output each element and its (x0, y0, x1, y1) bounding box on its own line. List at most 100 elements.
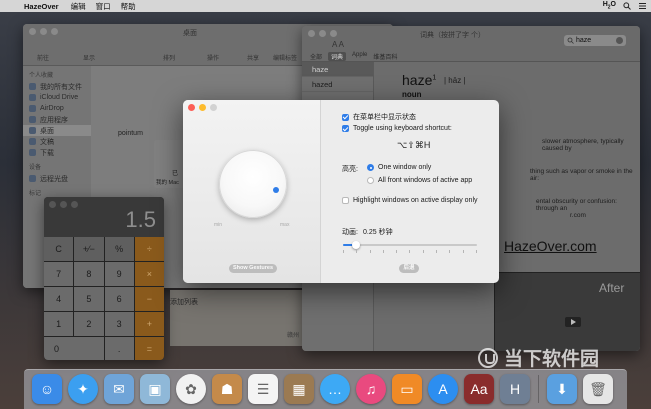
definition-line: thing such as vapor or smoke in the air: (530, 168, 633, 182)
calculator-key[interactable]: = (134, 337, 164, 360)
contacts-icon[interactable]: ☗ (212, 374, 242, 404)
add-list-link[interactable]: 添加列表 (170, 297, 198, 307)
calculator-key[interactable]: ÷ (134, 237, 164, 261)
calculator-key[interactable]: 0 (44, 337, 104, 360)
shortcut-recorder[interactable]: ⌥⇧⌘H (397, 140, 430, 151)
sidebar-item-airdrop[interactable]: AirDrop (23, 103, 91, 114)
tab-dictionary[interactable]: 词典 (328, 52, 347, 61)
mail-icon[interactable]: ✉ (104, 374, 134, 404)
close-button[interactable] (188, 104, 195, 111)
preview-icon[interactable]: ▣ (140, 374, 170, 404)
calculator-key[interactable]: 6 (104, 287, 134, 311)
apple-menu-icon[interactable] (8, 2, 16, 11)
hazeover-icon[interactable]: H (500, 374, 530, 404)
safari-icon[interactable]: ✦ (68, 374, 98, 404)
ibooks-icon[interactable]: ▭ (392, 374, 422, 404)
trash-icon[interactable]: 🗑 (583, 374, 613, 404)
calculator-key[interactable]: + (134, 312, 164, 336)
pronunciation: | hāz | (444, 76, 466, 85)
font-size-controls[interactable]: A A (332, 40, 344, 49)
sidebar-item-all-files[interactable]: 我的所有文件 (23, 81, 91, 92)
active-display-option[interactable]: Highlight windows on active display only (342, 197, 478, 204)
file-pointum[interactable]: pointum (118, 130, 143, 137)
back-button[interactable]: 后退 (399, 264, 419, 273)
tab-all[interactable]: 全部 (310, 52, 322, 61)
dictionary-titlebar: 词典（按拼了字 个） A A haze 全部 词典 Apple 维基百科 (302, 26, 640, 62)
prefs-window-controls[interactable] (188, 104, 217, 111)
radio-all-windows[interactable]: All front windows of active app (367, 177, 472, 184)
show-gestures-button[interactable]: Show Gestures (229, 264, 277, 273)
tab-wikipedia[interactable]: 维基百科 (373, 52, 397, 61)
clear-search-icon[interactable] (616, 37, 623, 44)
photos-icon[interactable]: ✿ (176, 374, 206, 404)
sidebar-item-desktop[interactable]: 桌面 (23, 125, 91, 136)
calculator-key[interactable]: 8 (74, 262, 104, 286)
play-icon[interactable] (565, 317, 581, 327)
word-list-item[interactable]: haze (302, 62, 373, 77)
dictionary-search-input[interactable]: haze (564, 35, 626, 46)
dictionary-window-controls[interactable] (308, 30, 337, 37)
watermark-logo-icon (478, 347, 498, 368)
zoom-button[interactable] (210, 104, 217, 111)
calculator-key[interactable]: 3 (104, 312, 134, 336)
calculator-key[interactable]: . (104, 337, 134, 360)
hazeover-preferences-window[interactable]: min max Show Gestures 在菜单栏中显示状态 Toggle u… (183, 100, 499, 283)
calculator-key[interactable]: 4 (44, 287, 74, 311)
animation-slider-ticks (343, 250, 477, 253)
video-label: After (599, 281, 625, 295)
menu-bar-icon-checkbox[interactable] (342, 113, 349, 121)
app-menu[interactable]: HazeOver (24, 2, 59, 11)
messages-icon[interactable]: … (320, 374, 350, 404)
tab-apple[interactable]: Apple (352, 52, 367, 61)
active-display-checkbox[interactable] (342, 197, 349, 204)
appstore-icon[interactable]: A (428, 374, 458, 404)
itunes-icon[interactable]: ♫ (356, 374, 386, 404)
animation-slider[interactable] (343, 241, 477, 249)
animation-slider-thumb[interactable] (352, 241, 361, 249)
calculator-key[interactable]: 1 (44, 312, 74, 336)
dictionary-icon[interactable]: Aa (464, 374, 494, 404)
radio-one-window-button[interactable] (367, 164, 374, 171)
menu-help[interactable]: 帮助 (121, 1, 136, 12)
calculator-key[interactable]: 2 (74, 312, 104, 336)
calculator-window-controls[interactable] (49, 201, 78, 208)
radio-one-window[interactable]: One window only (367, 164, 431, 171)
sidebar-item-remote-disc[interactable]: 远程光盘 (23, 173, 91, 184)
calculator-key[interactable]: × (134, 262, 164, 286)
video-preview[interactable]: After (494, 272, 640, 351)
toggle-shortcut-option[interactable]: Toggle using keyboard shortcut: (342, 125, 452, 132)
calculator-key[interactable]: 5 (74, 287, 104, 311)
calculator-key[interactable]: % (104, 237, 134, 261)
sidebar-item-documents[interactable]: 文稿 (23, 136, 91, 147)
calculator-key[interactable]: +⁄− (74, 237, 104, 261)
calculator-icon[interactable]: ▦ (284, 374, 314, 404)
sidebar-item-icloud[interactable]: iCloud Drive (23, 92, 91, 103)
calculator-key[interactable]: 9 (104, 262, 134, 286)
calculator-key[interactable]: − (134, 287, 164, 311)
calculator-key[interactable]: 7 (44, 262, 74, 286)
toggle-shortcut-checkbox[interactable] (342, 125, 349, 132)
menu-bar: HazeOver 编辑 窗口 帮助 H2O (0, 0, 651, 12)
reminders-icon[interactable]: ☰ (248, 374, 278, 404)
part-of-speech: noun (402, 90, 422, 99)
finder-window-controls[interactable] (29, 28, 58, 35)
hazeover-status-item[interactable]: H2O (603, 1, 616, 10)
calculator-key[interactable]: C (44, 237, 74, 261)
spotlight-icon[interactable] (623, 2, 631, 10)
menu-edit[interactable]: 编辑 (71, 1, 86, 12)
menu-window[interactable]: 窗口 (96, 1, 111, 12)
site-title-link[interactable]: HazeOver.com (504, 238, 597, 254)
sidebar-item-applications[interactable]: 应用程序 (23, 114, 91, 125)
word-list-item[interactable]: hazed (302, 77, 373, 92)
downloads-folder-icon[interactable]: ⬇ (547, 374, 577, 404)
toolbar-label-go: 前往 (37, 56, 50, 62)
knob-max-label: max (280, 222, 290, 228)
radio-all-windows-button[interactable] (367, 177, 374, 184)
calculator-window[interactable]: 1.5 C +⁄−% ÷ 7 8 9 × 4 5 6− 1 2 3 +0. = (44, 197, 164, 360)
menu-bar-icon-option[interactable]: 在菜单栏中显示状态 (342, 112, 416, 122)
finder-icon[interactable]: ☺ (32, 374, 62, 404)
dim-intensity-knob[interactable] (219, 150, 287, 218)
sidebar-item-downloads[interactable]: 下载 (23, 147, 91, 158)
notification-center-icon[interactable] (638, 2, 647, 10)
minimize-button[interactable] (199, 104, 206, 111)
